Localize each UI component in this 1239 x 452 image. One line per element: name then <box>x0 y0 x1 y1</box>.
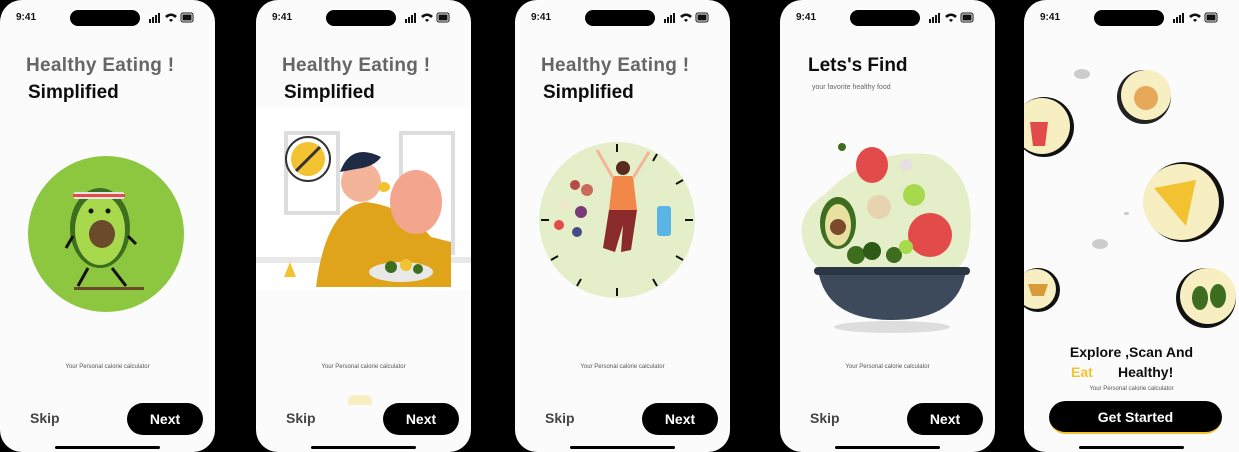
dynamic-island <box>1094 10 1164 26</box>
headline-healthy: Healthy! <box>1118 364 1174 380</box>
dynamic-island <box>850 10 920 26</box>
headline-line-1: Explore ,Scan And <box>1069 344 1194 360</box>
title: Healthy Eating ! <box>282 55 431 76</box>
subtitle: Simplified <box>28 82 119 103</box>
next-button[interactable]: Next <box>642 403 718 435</box>
next-button[interactable]: Next <box>383 403 459 435</box>
onboarding-screen-4: 9:41 Lets's Find your favorite healthy f… <box>780 0 995 452</box>
home-indicator <box>1079 446 1184 449</box>
decorative-shape <box>348 395 372 405</box>
home-indicator <box>311 446 416 449</box>
onboarding-screen-5: 9:41 Explore ,Scan And Eat Healthy! Your… <box>1024 0 1239 452</box>
status-icons <box>664 12 709 23</box>
onboarding-screen-1: 9:41 Healthy Eating ! Simplified Your Pe… <box>0 0 215 452</box>
status-icons <box>1173 12 1218 23</box>
status-bar: 9:41 <box>0 0 215 34</box>
status-time: 9:41 <box>531 12 552 23</box>
title: Healthy Eating ! <box>26 55 175 76</box>
status-time: 9:41 <box>796 12 817 23</box>
tagline: Your Personal calorie calculator <box>1089 386 1174 392</box>
status-icons <box>405 12 450 23</box>
status-time: 9:41 <box>1040 12 1061 23</box>
headline-eat: Eat <box>1071 364 1093 380</box>
subtitle: your favorite healthy food <box>812 84 891 91</box>
tagline: Your Personal calorie calculator <box>65 364 150 370</box>
title: Lets's Find <box>808 55 908 76</box>
status-icons <box>149 12 194 23</box>
dynamic-island <box>70 10 140 26</box>
skip-button[interactable]: Skip <box>545 410 575 426</box>
status-bar: 9:41 <box>780 0 995 34</box>
subtitle: Simplified <box>284 82 375 103</box>
home-indicator <box>835 446 940 449</box>
onboarding-screen-2: 9:41 Healthy Eating ! Simplified Your Pe… <box>256 0 471 452</box>
home-indicator <box>55 446 160 449</box>
subtitle: Simplified <box>543 82 634 103</box>
title: Healthy Eating ! <box>541 55 690 76</box>
next-button[interactable]: Next <box>907 403 983 435</box>
salad-bowl-illustration <box>801 143 971 333</box>
person-eating-illustration <box>256 107 471 290</box>
tagline: Your Personal calorie calculator <box>580 364 665 370</box>
onboarding-screen-3: 9:41 Healthy Eating ! Simplified Your Pe… <box>515 0 730 452</box>
home-indicator <box>570 446 675 449</box>
status-time: 9:41 <box>272 12 293 23</box>
status-bar: 9:41 <box>256 0 471 34</box>
tagline: Your Personal calorie calculator <box>845 364 930 370</box>
skip-button[interactable]: Skip <box>30 410 60 426</box>
floating-food-illustration <box>1024 69 1236 328</box>
tagline: Your Personal calorie calculator <box>321 364 406 370</box>
dynamic-island <box>585 10 655 26</box>
skip-button[interactable]: Skip <box>810 410 840 426</box>
dynamic-island <box>326 10 396 26</box>
skip-button[interactable]: Skip <box>286 410 316 426</box>
status-bar: 9:41 <box>515 0 730 34</box>
status-icons <box>929 12 974 23</box>
status-bar: 9:41 <box>1024 0 1239 34</box>
next-button[interactable]: Next <box>127 403 203 435</box>
avocado-illustration <box>28 156 184 312</box>
clock-diet-illustration <box>539 142 695 298</box>
get-started-button[interactable]: Get Started <box>1049 401 1222 434</box>
status-time: 9:41 <box>16 12 37 23</box>
